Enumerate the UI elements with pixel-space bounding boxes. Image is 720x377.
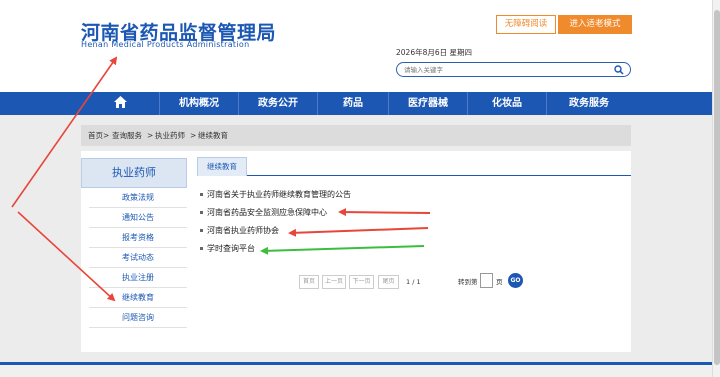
sidebar-item-qualification[interactable]: 报考资格 [89,228,187,248]
pagination-prev[interactable]: 上一页 [322,275,346,289]
bullet-icon [200,193,203,196]
nav-item-jigou[interactable]: 机构概况 [160,92,238,115]
pagination-info: 1 / 1 [406,278,421,286]
article-title[interactable]: 河南省药品安全监测应急保障中心 [207,208,327,217]
scrollbar-thumb[interactable] [714,10,720,365]
nav-item-zhengwu[interactable]: 政务公开 [239,92,317,115]
elder-mode-button[interactable]: 进入适老模式 [558,15,632,34]
main-nav: 机构概况 政务公开 药品 医疗器械 化妆品 政务服务 [0,92,712,115]
breadcrumb-sep: > [190,131,197,140]
bullet-icon [200,229,203,232]
accessibility-button[interactable]: 无障碍阅读 [496,15,556,34]
bullet-icon [200,247,203,250]
breadcrumb-current: 继续教育 [198,131,228,140]
sidebar-item-notice[interactable]: 通知公告 [89,208,187,228]
search-icon[interactable] [614,65,624,75]
pagination-first[interactable]: 首页 [299,275,319,289]
nav-item-yaopin[interactable]: 药品 [318,92,388,115]
nav-home[interactable] [81,92,159,115]
search-box [396,62,631,77]
pagination-page-unit: 页 [496,278,503,286]
home-icon [113,96,127,108]
site-logo-subtitle: Henan Medical Products Administration [81,40,250,49]
breadcrumb-pharmacist[interactable]: 执业药师 [155,125,185,146]
nav-item-fuwu[interactable]: 政务服务 [547,92,631,115]
sidebar-item-policy[interactable]: 政策法规 [89,188,187,208]
list-item[interactable]: 学时查询平台 [200,242,255,256]
page: 河南省药品监督管理局 Henan Medical Products Admini… [0,0,712,377]
tab-continuing-education[interactable]: 继续教育 [197,157,247,176]
list-item[interactable]: 河南省执业药师协会 [200,224,279,238]
article-title[interactable]: 学时查询平台 [207,244,255,253]
vertical-scrollbar[interactable] [712,0,720,377]
pagination-next[interactable]: 下一页 [349,275,374,289]
list-item[interactable]: 河南省关于执业药师继续教育管理的公告 [200,188,351,202]
sidebar-item-exam-news[interactable]: 考试动态 [89,248,187,268]
nav-item-huazhuangpin[interactable]: 化妆品 [468,92,546,115]
breadcrumb-home[interactable]: 首页> [88,125,109,146]
current-date: 2026年8月6日 星期四 [396,48,473,57]
go-button[interactable]: GO [508,273,523,288]
breadcrumb: 首页> 查询服务 > 执业药师 > 继续教育 [81,125,631,146]
article-title[interactable]: 河南省关于执业药师继续教育管理的公告 [207,190,351,199]
sidebar-title: 执业药师 [81,158,187,188]
sidebar-item-continuing-education[interactable]: 继续教育 [89,288,187,308]
breadcrumb-query-service[interactable]: 查询服务 [112,125,142,146]
site-header: 河南省药品监督管理局 Henan Medical Products Admini… [0,0,712,92]
article-title[interactable]: 河南省执业药师协会 [207,226,279,235]
sidebar-item-consult[interactable]: 问题咨询 [89,308,187,328]
breadcrumb-sep: > [147,131,154,140]
bullet-icon [200,211,203,214]
footer [0,365,712,377]
search-input[interactable] [404,64,604,75]
pagination-last[interactable]: 尾页 [378,275,399,289]
sidebar-item-registration[interactable]: 执业注册 [89,268,187,288]
list-item[interactable]: 河南省药品安全监测应急保障中心 [200,206,327,220]
page-number-input[interactable] [480,273,493,288]
pagination-goto-label: 转到第 [458,278,478,286]
nav-item-qixie[interactable]: 医疗器械 [389,92,467,115]
tab-bar: 继续教育 [197,157,631,176]
